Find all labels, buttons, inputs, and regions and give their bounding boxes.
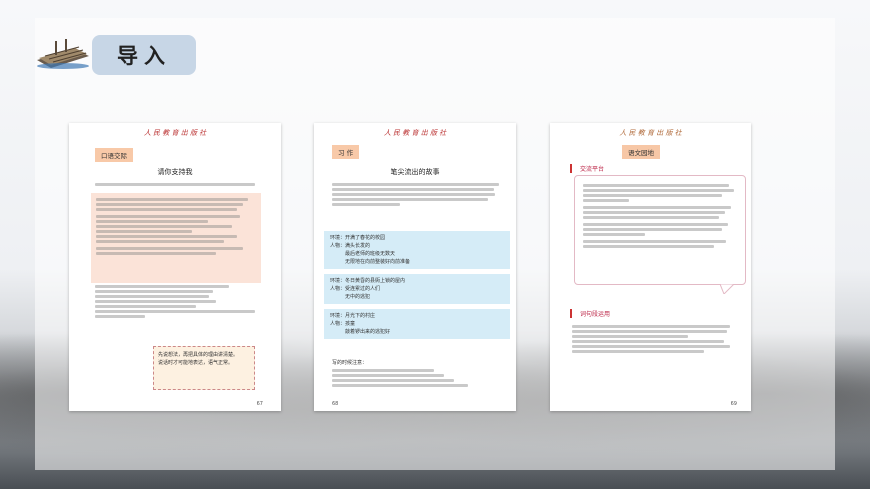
page-number: 69 xyxy=(730,401,737,407)
page-header-decor: 人 民 教 育 出 版 社 xyxy=(143,129,207,137)
page-tag: 口语交际 xyxy=(95,148,133,162)
page-header-decor: 人 民 教 育 出 版 社 xyxy=(619,129,682,137)
page-tag-text: 习 作 xyxy=(338,149,354,157)
page-tag: 习 作 xyxy=(332,145,360,159)
body-text xyxy=(95,181,263,188)
scenario-line: 人物：受连累过的人们 xyxy=(330,286,381,292)
textbook-page-1: 人 民 教 育 出 版 社 口语交际 请你支持我 先说想法，再把具体的理由讲清楚… xyxy=(69,123,281,411)
scenario-line: 环境：月光下的村庄 xyxy=(330,313,376,319)
scenario-boxes: 环境：开满了春花的校园 人物：满头长发的 最后老师的班级无数天 无限地在向前整装… xyxy=(314,231,516,344)
tip-line-2: 说话时才可能地表达，语气正常。 xyxy=(158,360,234,366)
boat-icon xyxy=(37,39,89,69)
page-tag-text: 语文园地 xyxy=(628,149,654,157)
page-title: 导入 xyxy=(92,35,196,75)
scenario-line: 敲着锣出来的逃犯好 xyxy=(330,329,391,335)
scenario-line: 最后老师的班级无数天 xyxy=(330,251,396,257)
section-heading: 请你支持我 xyxy=(157,168,193,176)
usage-text xyxy=(572,323,737,355)
tips-heading: 写的时候注意： xyxy=(332,360,368,366)
textbook-page-3: 人 民 教 育 出 版 社 语文园地 交流平台 词句段运用 69 xyxy=(550,123,751,411)
section-heading: 笔尖流出的故事 xyxy=(390,168,440,176)
scenario-line: 无限地在向前整装好向前准备 xyxy=(330,259,411,265)
scenario-box-2: 环境：冬日黄昏的县衙上锁的屋内 人物：受连累过的人们 无中的逃犯 xyxy=(324,274,510,304)
page-title-text: 导入 xyxy=(117,44,171,68)
exchange-panel xyxy=(574,175,746,285)
page-header-decor: 人 民 教 育 出 版 社 xyxy=(383,129,447,137)
scenario-box-3: 环境：月光下的村庄 人物：孩童 敲着锣出来的逃犯好 xyxy=(324,309,510,339)
section-heading-usage: 词句段运用 xyxy=(570,309,610,318)
tip-line-1: 先说想法，再把具体的理由讲清楚。 xyxy=(158,352,239,358)
scenario-line: 环境：冬日黄昏的县衙上锁的屋内 xyxy=(330,278,406,284)
scenario-line: 人物：孩童 xyxy=(330,321,356,327)
body-text xyxy=(332,181,502,208)
highlight-block xyxy=(91,193,261,283)
page-tag: 语文园地 xyxy=(622,145,660,159)
scenario-line: 人物：满头长发的 xyxy=(330,243,371,249)
scenario-line: 无中的逃犯 xyxy=(330,294,371,300)
writing-tips: 写的时候注意： xyxy=(332,359,502,389)
body-text-2 xyxy=(95,283,263,320)
page-tag-text: 口语交际 xyxy=(101,152,127,160)
page-number: 68 xyxy=(332,401,339,407)
page-number: 67 xyxy=(256,401,263,407)
scenario-box-1: 环境：开满了春花的校园 人物：满头长发的 最后老师的班级无数天 无限地在向前整装… xyxy=(324,231,510,269)
textbook-page-2: 人 民 教 育 出 版 社 习 作 笔尖流出的故事 环境：开满了春花的校园 人物… xyxy=(314,123,516,411)
section-heading-exchange: 交流平台 xyxy=(570,164,604,173)
scenario-line: 环境：开满了春花的校园 xyxy=(330,235,386,241)
speech-tail-icon xyxy=(720,284,734,294)
tip-note: 先说想法，再把具体的理由讲清楚。 说话时才可能地表达，语气正常。 xyxy=(153,346,255,390)
